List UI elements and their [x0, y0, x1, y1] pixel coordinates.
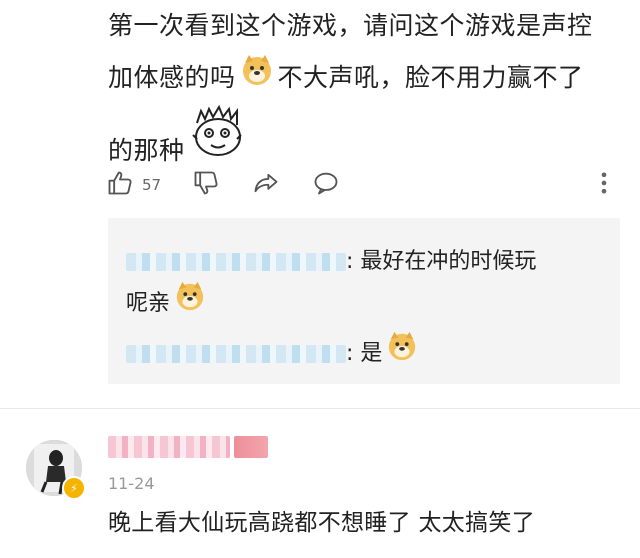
more-options-button[interactable]	[590, 168, 618, 202]
comment-line-2b: 不大声吼，脸不用力赢不了	[277, 63, 584, 92]
comment-line-3-text: 的那种	[108, 136, 185, 165]
more-vertical-icon	[590, 169, 618, 201]
comment-line-3: 的那种	[108, 104, 618, 177]
reply-item-continued: 呢亲	[126, 280, 210, 328]
dislike-button[interactable]	[192, 168, 220, 202]
like-count: 57	[142, 176, 162, 194]
doge-emoji-icon	[386, 330, 418, 378]
user-level-badge-blurred	[234, 436, 268, 458]
reply-item[interactable]: : 最好在冲的时候玩	[126, 240, 536, 284]
share-arrow-icon	[252, 169, 280, 201]
comment-line-1: 第一次看到这个游戏，请问这个游戏是声控	[108, 11, 593, 40]
speech-bubble-icon	[312, 169, 340, 201]
thumbs-up-icon	[106, 169, 134, 201]
reply-item[interactable]: : 是	[126, 330, 422, 378]
comment-divider	[0, 408, 640, 409]
avatar[interactable]: ⚡	[26, 440, 86, 500]
comment-line-2a: 加体感的吗	[108, 63, 236, 92]
comment-body: 晚上看大仙玩高跷都不想睡了 太太搞笑了	[108, 510, 536, 536]
thumbs-down-icon	[192, 169, 220, 201]
funny-face-sticker-icon	[189, 104, 247, 177]
comment-action-bar: 57	[106, 168, 616, 202]
replies-panel[interactable]: : 最好在冲的时候玩 呢亲 : 是	[108, 218, 620, 384]
share-button[interactable]	[252, 168, 280, 202]
doge-emoji-icon	[240, 53, 274, 105]
comment-author-blurred[interactable]	[108, 436, 230, 458]
reply-author-blurred[interactable]	[126, 345, 346, 363]
reply-text-continued: 呢亲	[126, 291, 171, 316]
comment-line-2: 加体感的吗 不大声吼，脸不用力赢不了	[108, 52, 618, 105]
verified-badge-icon: ⚡	[62, 476, 86, 500]
doge-emoji-icon	[174, 280, 206, 328]
comment-body: 第一次看到这个游戏，请问这个游戏是声控 加体感的吗 不大声吼，脸不用力赢不了 的…	[108, 0, 618, 177]
like-button[interactable]: 57	[106, 168, 161, 202]
reply-author-blurred[interactable]	[126, 253, 346, 271]
reply-button[interactable]	[312, 168, 340, 202]
reply-text: : 最好在冲的时候玩	[346, 249, 537, 274]
reply-text: : 是	[346, 341, 383, 366]
comment-date: 11-24	[108, 474, 155, 493]
